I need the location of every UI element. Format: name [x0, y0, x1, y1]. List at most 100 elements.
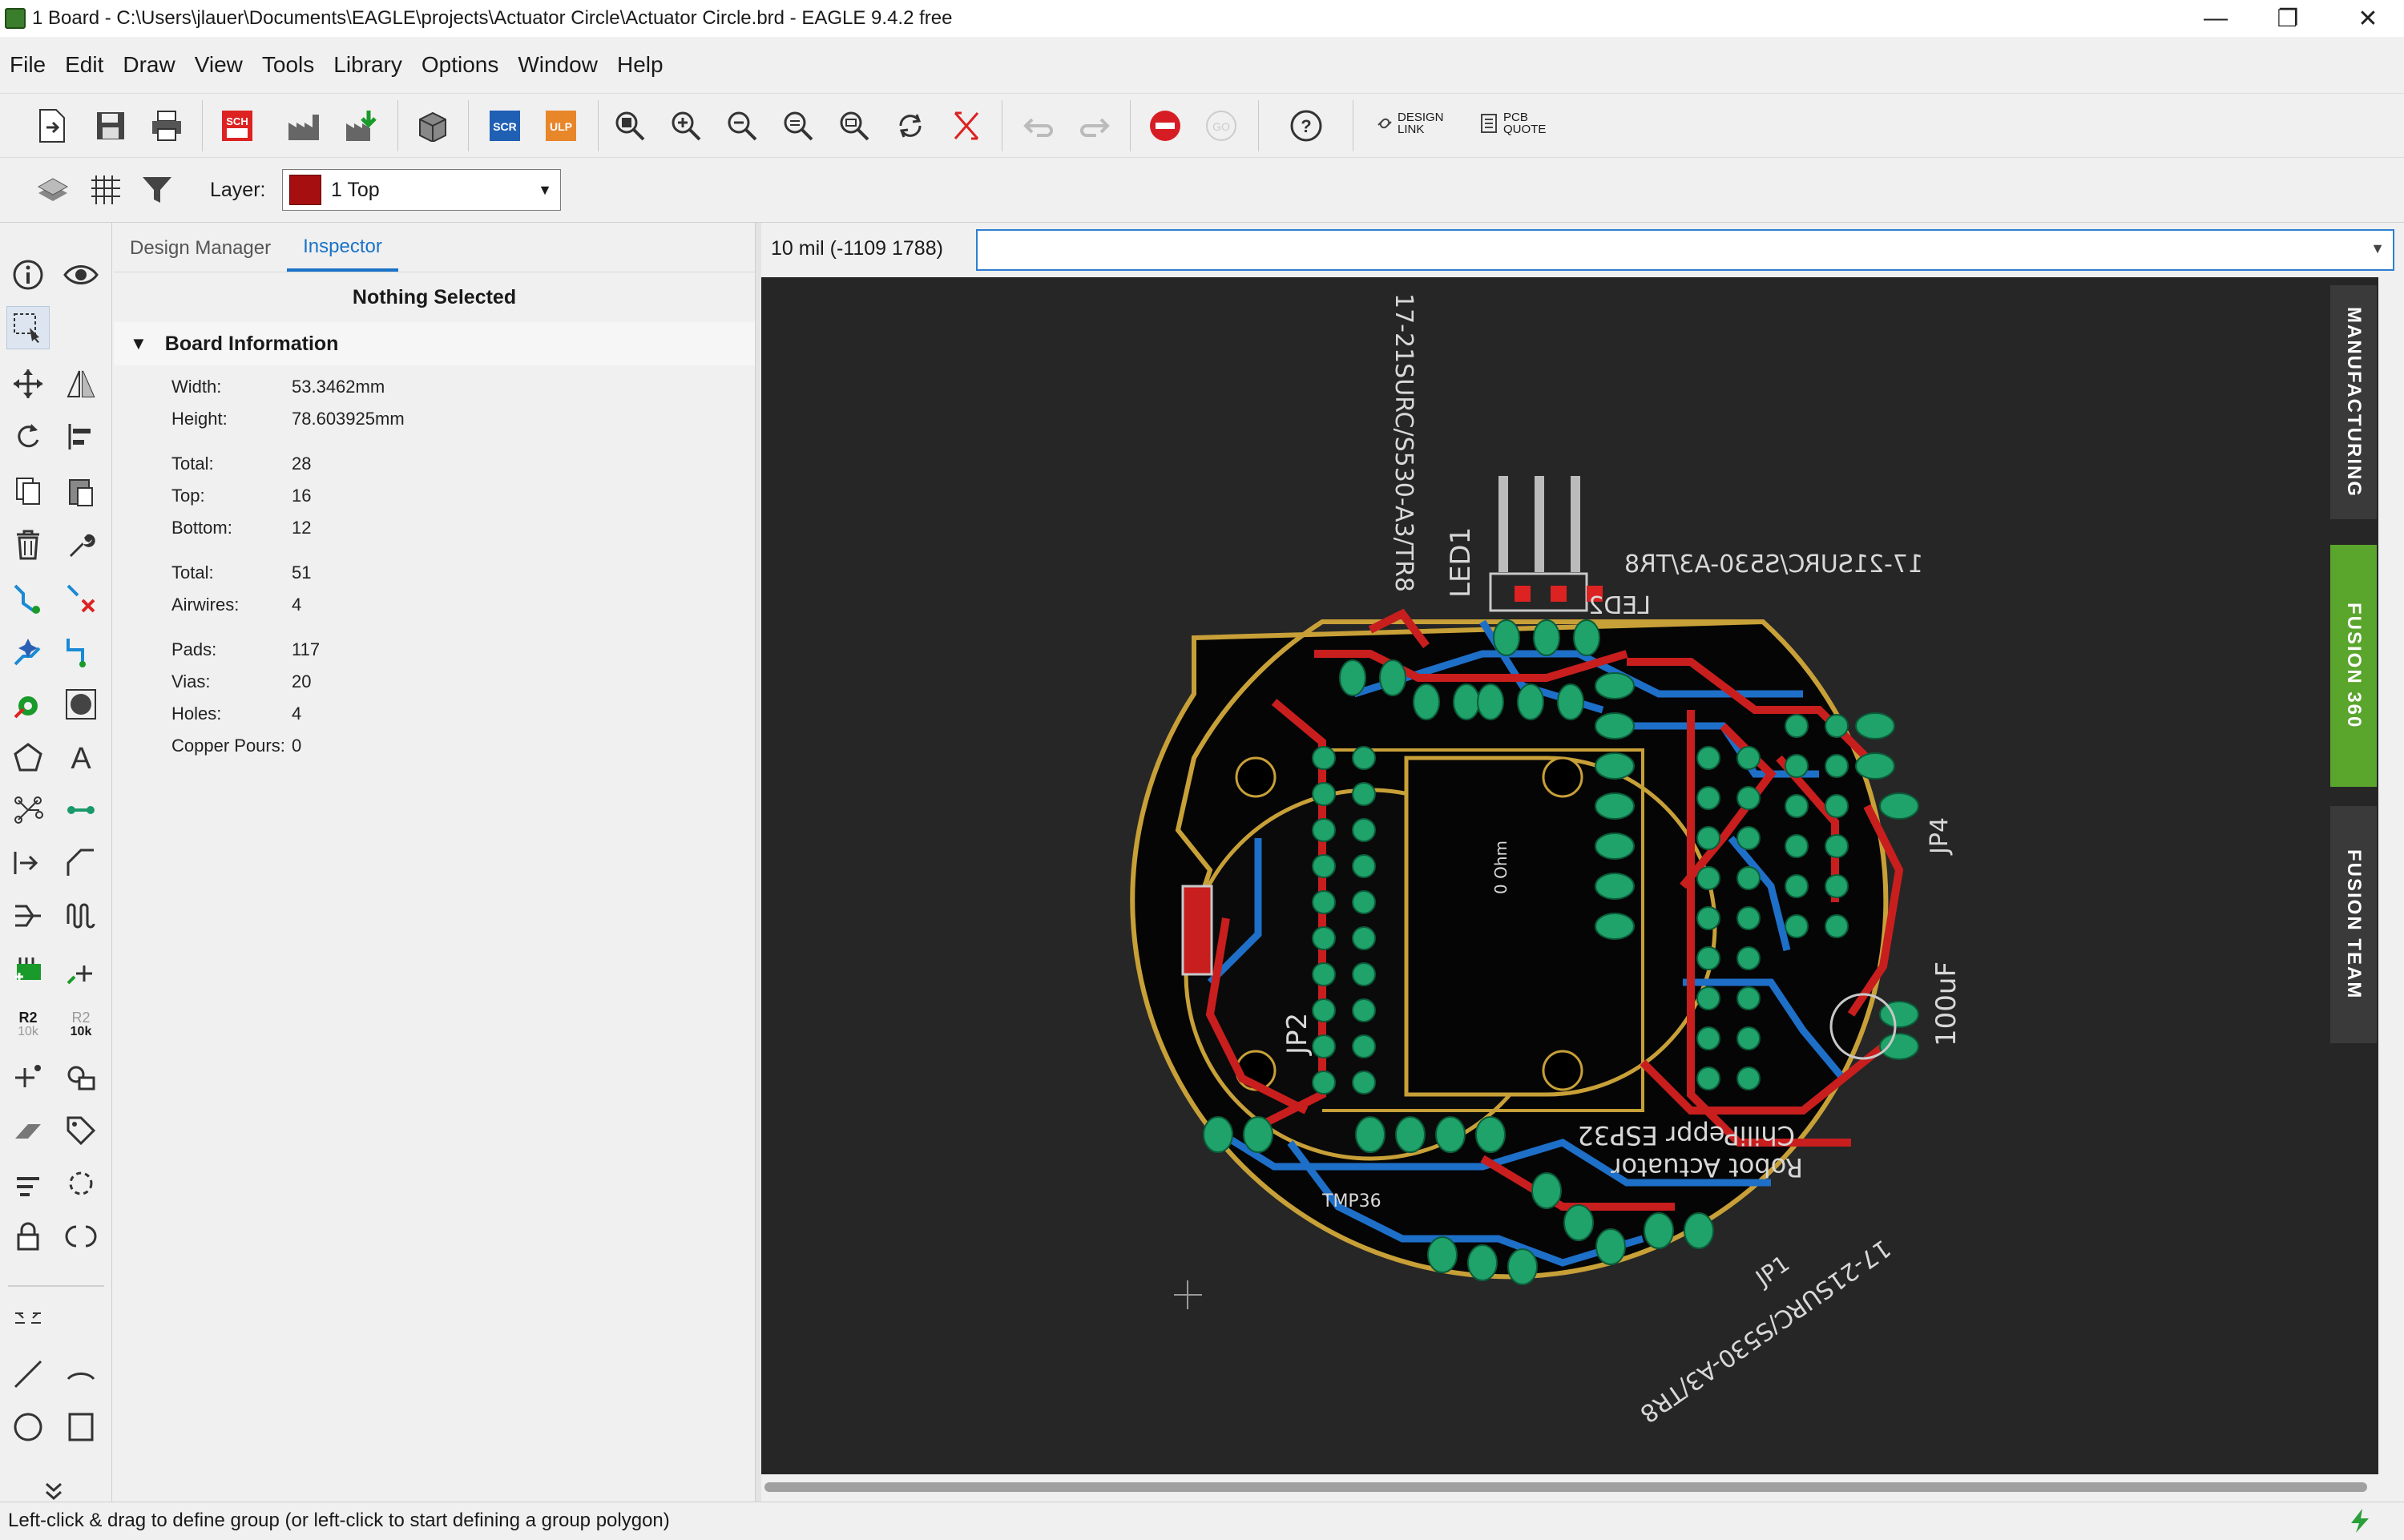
horizontal-scrollbar[interactable]: [761, 1474, 2378, 1502]
ratsnest-icon[interactable]: [946, 105, 987, 147]
menu-tools[interactable]: Tools: [252, 52, 324, 78]
sch-brd-switch-icon[interactable]: SCH: [216, 105, 258, 147]
optimize-route-icon[interactable]: [59, 630, 103, 673]
meander-wave-icon[interactable]: [59, 894, 103, 937]
zoom-previous-icon[interactable]: [777, 105, 819, 147]
autoroute-icon[interactable]: [6, 630, 50, 673]
paste-icon[interactable]: [59, 470, 103, 513]
close-button[interactable]: ✕: [2332, 0, 2404, 37]
command-history-dropdown-icon[interactable]: ▼: [2370, 240, 2385, 257]
lock-icon[interactable]: [6, 1215, 50, 1258]
menu-help[interactable]: Help: [607, 52, 673, 78]
layer-select[interactable]: 1 Top ▼: [282, 169, 561, 211]
zoom-out-icon[interactable]: [721, 105, 763, 147]
change-wrench-icon[interactable]: [59, 522, 103, 566]
meander-icon[interactable]: [6, 841, 50, 885]
grid-icon[interactable]: [85, 169, 127, 211]
fusion-360-tab[interactable]: FUSION 360: [2330, 545, 2377, 787]
script-button[interactable]: SCR: [484, 105, 526, 147]
menu-library[interactable]: Library: [324, 52, 412, 78]
mirror-icon[interactable]: [59, 362, 103, 405]
go-icon[interactable]: GO: [1200, 105, 1242, 147]
pcb-drawing[interactable]: 17-21SURC/S530-A3/TR8 17-21SURC/S530-A3/…: [761, 277, 2378, 1474]
import-icon[interactable]: [341, 105, 383, 147]
layer-settings-icon[interactable]: [32, 169, 74, 211]
wire-icon[interactable]: [59, 788, 103, 832]
rotate-icon[interactable]: [6, 415, 50, 458]
design-link-button[interactable]: DESIGN LINK: [1375, 111, 1444, 135]
redraw-icon[interactable]: [889, 105, 931, 147]
hole-icon[interactable]: [59, 683, 103, 726]
link-icon: [1377, 118, 1392, 129]
board-canvas[interactable]: 17-21SURC/S530-A3/TR8 17-21SURC/S530-A3/…: [761, 277, 2378, 1474]
undo-icon[interactable]: [1018, 105, 1059, 147]
save-icon[interactable]: [90, 105, 131, 147]
zoom-select-icon[interactable]: [833, 105, 875, 147]
lightning-status-icon[interactable]: [2346, 1507, 2374, 1540]
line-icon[interactable]: [6, 1353, 50, 1396]
prop-value: 16: [292, 486, 312, 506]
menu-options[interactable]: Options: [412, 52, 509, 78]
command-input[interactable]: ▼: [976, 229, 2394, 271]
attribute-tag-icon[interactable]: [59, 1109, 103, 1152]
ulp-button[interactable]: ULP: [540, 105, 582, 147]
zoom-fit-icon[interactable]: [609, 105, 651, 147]
swap-icon[interactable]: [59, 1162, 103, 1205]
menu-edit[interactable]: Edit: [55, 52, 113, 78]
package-icon[interactable]: [6, 1109, 50, 1152]
menu-file[interactable]: File: [0, 52, 55, 78]
info-icon[interactable]: [6, 253, 50, 296]
group-select-icon[interactable]: [6, 306, 50, 349]
print-icon[interactable]: [146, 105, 188, 147]
lock-icon-tool[interactable]: [6, 1162, 50, 1205]
pinswap-icon[interactable]: [59, 1215, 103, 1258]
collapse-triangle-icon[interactable]: ▼: [130, 333, 147, 354]
board-info-section[interactable]: ▼ Board Information: [114, 322, 755, 365]
smash-icon[interactable]: [6, 1056, 50, 1099]
minimize-button[interactable]: —: [2180, 0, 2252, 37]
align-icon[interactable]: [59, 415, 103, 458]
arc-icon[interactable]: [59, 1353, 103, 1396]
scrollbar-thumb[interactable]: [764, 1482, 2367, 1492]
new-file-icon[interactable]: [30, 105, 72, 147]
panel-splitter[interactable]: [755, 223, 761, 1502]
delete-icon[interactable]: [6, 522, 50, 566]
replace-icon[interactable]: [59, 1056, 103, 1099]
tab-inspector[interactable]: Inspector: [287, 225, 398, 272]
restore-button[interactable]: ❐: [2252, 0, 2324, 37]
show-eye-icon[interactable]: [59, 253, 103, 296]
filter-icon[interactable]: [136, 169, 178, 211]
text-icon[interactable]: A: [59, 736, 103, 779]
menu-draw[interactable]: Draw: [113, 52, 184, 78]
cam-processor-icon[interactable]: [284, 105, 325, 147]
section-title: Board Information: [164, 332, 339, 355]
menu-window[interactable]: Window: [508, 52, 607, 78]
layer-selected-value: 1 Top: [331, 178, 380, 201]
circle-icon[interactable]: [6, 1405, 50, 1449]
value-tool[interactable]: R2 10k: [59, 1003, 103, 1046]
3d-package-icon[interactable]: [412, 105, 454, 147]
route-icon[interactable]: [6, 577, 50, 620]
rectangle-icon[interactable]: [59, 1405, 103, 1449]
miter-icon[interactable]: [59, 841, 103, 885]
polygon-icon[interactable]: [6, 736, 50, 779]
menu-view[interactable]: View: [185, 52, 252, 78]
move-icon[interactable]: [6, 362, 50, 405]
tab-design-manager[interactable]: Design Manager: [114, 225, 287, 272]
help-icon[interactable]: ?: [1285, 105, 1327, 147]
add-pin-icon[interactable]: [59, 949, 103, 992]
via-icon[interactable]: [6, 683, 50, 726]
pcb-quote-button[interactable]: PCB QUOTE: [1479, 111, 1546, 135]
collapse-tools-icon[interactable]: [6, 1296, 50, 1340]
ripup-icon[interactable]: [59, 577, 103, 620]
copy-icon[interactable]: [6, 470, 50, 513]
fusion-team-tab[interactable]: FUSION TEAM: [2330, 806, 2377, 1043]
redo-icon[interactable]: [1074, 105, 1115, 147]
add-part-icon[interactable]: [6, 949, 50, 992]
zoom-in-icon[interactable]: [665, 105, 707, 147]
stop-icon[interactable]: [1144, 105, 1186, 147]
split-icon[interactable]: [6, 894, 50, 937]
name-tool[interactable]: R2 10k: [6, 1003, 50, 1046]
signal-icon[interactable]: [6, 788, 50, 832]
manufacturing-tab[interactable]: MANUFACTURING: [2330, 285, 2377, 519]
